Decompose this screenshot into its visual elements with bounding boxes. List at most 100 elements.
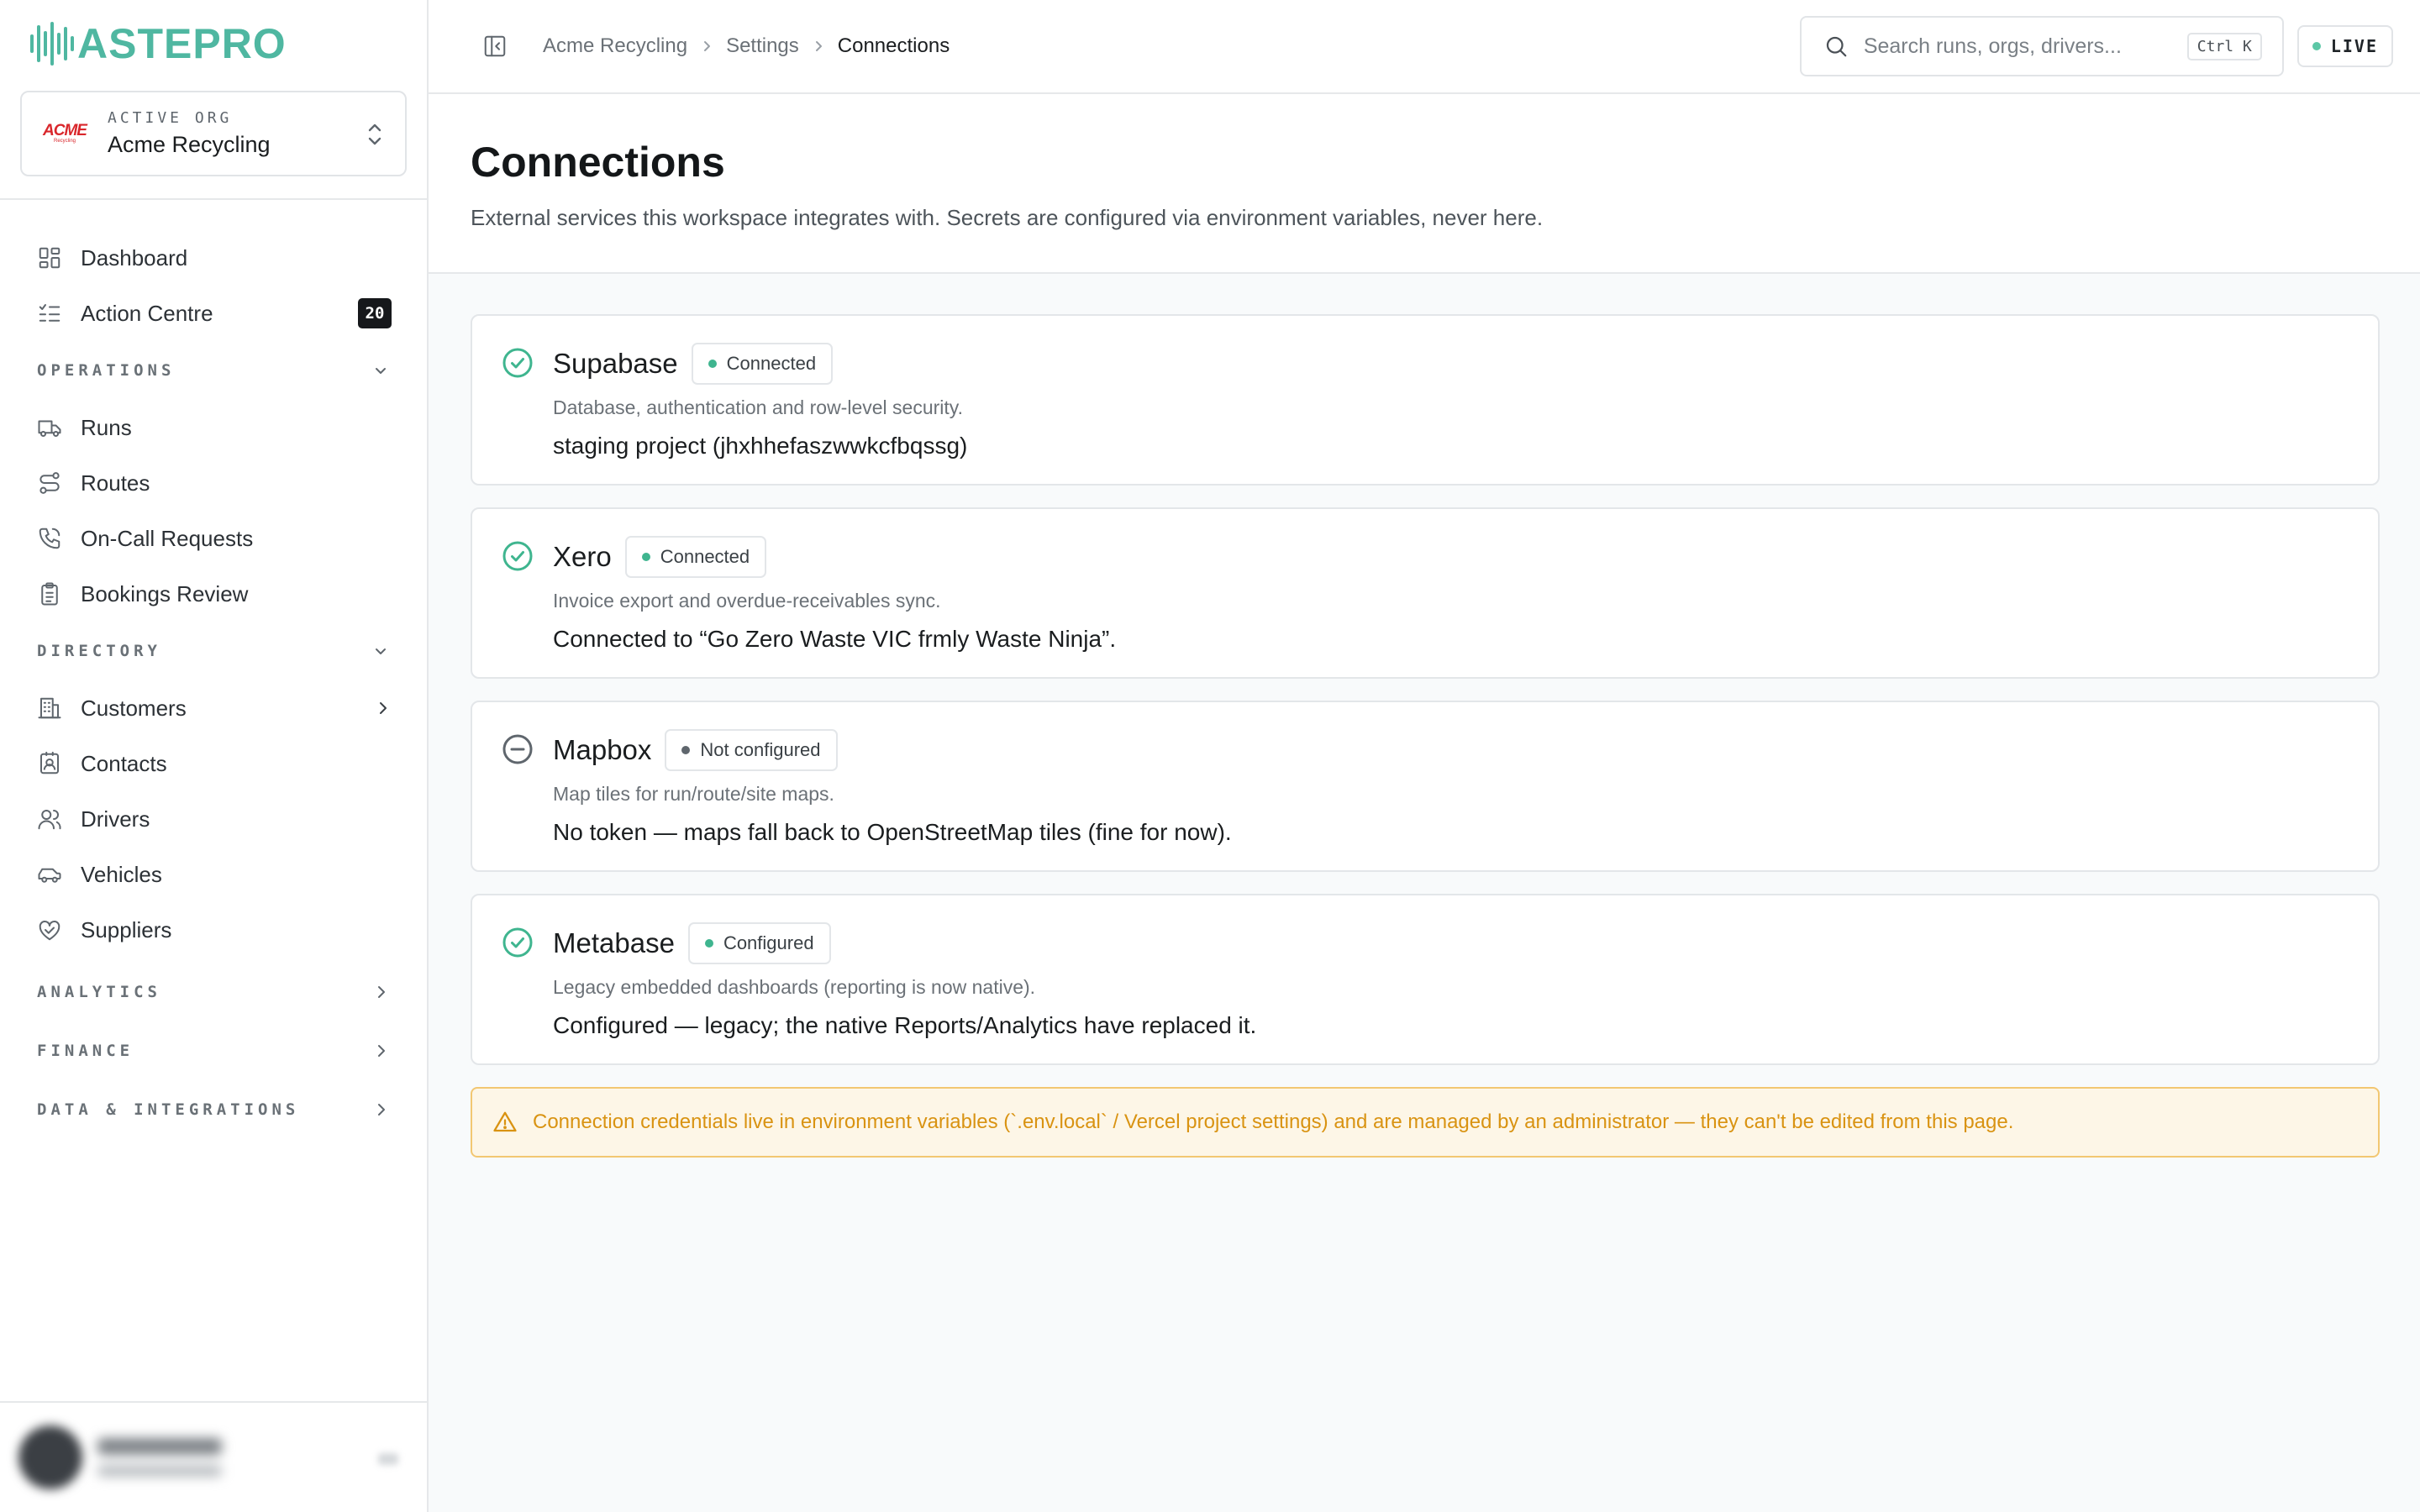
section-toggle-analytics[interactable]: ANALYTICS [0,963,427,1021]
sidebar-item-label: Routes [81,470,150,496]
warning-triangle-icon [493,1111,517,1132]
chevron-up-down-icon [368,123,381,145]
contact-card-icon [40,751,59,774]
panel-left-icon [484,35,506,57]
status-badge: Connected [624,536,767,578]
avatar [18,1425,82,1489]
page-title: Connections [471,139,725,186]
handshake-icon [39,920,60,941]
minus-circle-icon [502,734,533,764]
check-circle-icon [502,348,533,378]
sidebar-nav: Dashboard Action Centre 20 OPERATIONS Ru… [0,200,427,1139]
connection-name: Metabase [553,927,675,958]
breadcrumb-settings[interactable]: Settings [726,34,799,58]
dashboard-grid-icon [39,247,60,269]
section-toggle-directory[interactable]: DIRECTORY [0,622,427,680]
chevron-right-icon [380,702,387,714]
live-dot [2312,42,2321,50]
brand-wave-icon [30,20,74,67]
check-circle-icon [502,927,533,958]
sidebar-item-drivers[interactable]: Drivers [0,791,427,847]
sidebar-item-dashboard[interactable]: Dashboard [0,230,427,286]
sidebar-item-customers[interactable]: Customers [0,680,427,736]
clipboard-icon [41,582,58,606]
search-shortcut-hint: Ctrl K [2186,32,2262,60]
sidebar-item-label: Customers [81,695,187,721]
car-icon [38,868,61,883]
sidebar-item-label: Action Centre [81,300,213,326]
connection-detail: staging project (jhxhhefaszwwkcfbqssg) [553,433,968,459]
org-name: Acme Recycling [108,132,271,157]
live-label: LIVE [2330,36,2378,56]
sidebar-item-label: Contacts [81,750,167,776]
user-menu[interactable] [0,1401,427,1512]
connection-description: Legacy embedded dashboards (reporting is… [553,976,1036,998]
breadcrumb-org[interactable]: Acme Recycling [543,34,687,58]
chevron-right-icon [378,1104,385,1116]
brand-logo[interactable]: ASTEPRO [0,0,427,87]
user-menu-chevron-icon [378,1453,398,1465]
status-dot [708,360,717,368]
connection-name: Mapbox [553,734,652,765]
sidebar-item-label: On-Call Requests [81,525,254,551]
sidebar-item-label: Bookings Review [81,580,249,606]
connection-name: Supabase [553,348,678,379]
sidebar-item-label: Drivers [81,806,150,832]
connections-list: Supabase Connected Database, authenticat… [429,274,2420,1158]
org-switcher[interactable]: ACME Recycling ACTIVE ORG Acme Recycling [20,91,407,176]
page-header: Connections External services this works… [429,94,2420,274]
section-toggle-finance[interactable]: FINANCE [0,1021,427,1080]
section-toggle-operations[interactable]: OPERATIONS [0,341,427,400]
credentials-warning-notice: Connection credentials live in environme… [471,1087,2380,1158]
connection-detail: Configured — legacy; the native Reports/… [553,1012,1257,1038]
connection-description: Invoice export and overdue-receivables s… [553,590,941,612]
sidebar-item-action-centre[interactable]: Action Centre 20 [0,286,427,341]
sidebar-item-runs[interactable]: Runs [0,400,427,455]
global-search[interactable]: Ctrl K [1799,16,2284,76]
checklist-icon [39,304,60,322]
connection-description: Map tiles for run/route/site maps. [553,783,834,805]
brand-name: ASTEPRO [77,20,287,67]
search-icon [1826,36,1847,57]
count-badge: 20 [358,298,392,328]
sidebar-item-routes[interactable]: Routes [0,455,427,511]
breadcrumb: Acme Recycling Settings Connections [543,34,1800,58]
connection-name: Xero [553,541,612,572]
status-badge: Connected [691,343,834,385]
notice-text: Connection credentials live in environme… [533,1110,2014,1133]
section-toggle-data-integrations[interactable]: DATA & INTEGRATIONS [0,1080,427,1139]
connection-card-xero: Xero Connected Invoice export and overdu… [471,507,2380,679]
topbar: Acme Recycling Settings Connections Ctrl… [429,0,2420,94]
status-badge: Configured [687,922,831,964]
sidebar-item-label: Runs [81,414,132,440]
chevron-right-icon [704,41,711,51]
sidebar: ASTEPRO ACME Recycling ACTIVE ORG Acme R… [0,0,429,1512]
status-dot [641,553,650,561]
page-subtitle: External services this workspace integra… [471,205,1544,230]
sidebar-item-suppliers[interactable]: Suppliers [0,902,427,958]
connection-card-metabase: Metabase Configured Legacy embedded dash… [471,894,2380,1065]
user-info-redacted [97,1438,222,1477]
main-content: Acme Recycling Settings Connections Ctrl… [429,0,2420,1512]
status-badge: Not configured [665,729,838,771]
live-status-indicator: LIVE [2296,25,2393,67]
sidebar-item-on-call-requests[interactable]: On-Call Requests [0,511,427,566]
chevron-right-icon [815,41,822,51]
breadcrumb-current: Connections [837,34,950,57]
route-icon [39,472,60,494]
search-input[interactable] [1863,34,2187,59]
org-label: ACTIVE ORG [108,109,233,127]
status-dot [704,939,713,948]
connection-detail: No token — maps fall back to OpenStreetM… [553,819,1232,845]
sidebar-item-contacts[interactable]: Contacts [0,736,427,791]
chevron-right-icon [378,986,385,998]
building-icon [38,697,61,719]
sidebar-item-bookings-review[interactable]: Bookings Review [0,566,427,622]
connection-detail: Connected to “Go Zero Waste VIC frmly Wa… [553,626,1117,652]
org-logo: ACME Recycling [43,122,87,144]
connection-description: Database, authentication and row-level s… [553,396,963,418]
sidebar-item-label: Vehicles [81,861,162,887]
sidebar-item-vehicles[interactable]: Vehicles [0,847,427,902]
sidebar-toggle-button[interactable] [472,24,518,69]
phone-icon [39,528,60,549]
